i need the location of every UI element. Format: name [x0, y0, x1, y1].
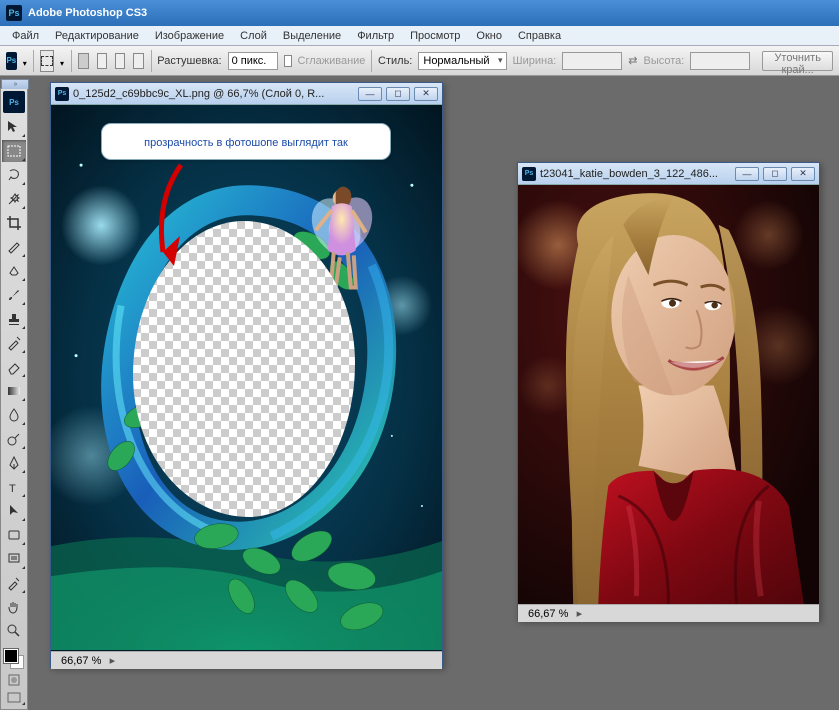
menu-image[interactable]: Изображение [147, 28, 232, 44]
workspace-dd-icon[interactable] [23, 57, 28, 65]
doc1-canvas[interactable]: прозрачность в фотошопе выглядит так [51, 105, 442, 651]
blur-tool[interactable] [2, 404, 26, 426]
select-subtract-icon[interactable] [115, 53, 125, 69]
doc1-max-button[interactable]: ◻ [386, 87, 410, 101]
app-title: Adobe Photoshop CS3 [28, 7, 147, 19]
quickmask-toggle[interactable] [2, 672, 26, 688]
history-brush-tool[interactable] [2, 332, 26, 354]
tool-preset-button[interactable] [40, 50, 54, 72]
toolbox-logo-icon[interactable]: Ps [3, 91, 25, 113]
document-window-1: Ps 0_125d2_c69bbc9c_XL.png @ 66,7% (Слой… [50, 82, 443, 668]
height-input[interactable] [690, 52, 750, 70]
doc2-max-button[interactable]: ◻ [763, 167, 787, 181]
color-swatches[interactable] [2, 647, 26, 671]
annotation-callout: прозрачность в фотошопе выглядит так [101, 123, 391, 160]
menu-edit[interactable]: Редактирование [47, 28, 147, 44]
menu-filter[interactable]: Фильтр [349, 28, 402, 44]
style-label: Стиль: [378, 55, 412, 67]
doc1-statusbar: 66,67 % ▸ [51, 651, 442, 669]
toolbox-tab[interactable] [1, 79, 29, 89]
screenmode-toggle[interactable] [2, 690, 26, 706]
notes-tool[interactable] [2, 548, 26, 570]
app-titlebar: Ps Adobe Photoshop CS3 [0, 0, 839, 26]
menu-help[interactable]: Справка [510, 28, 569, 44]
doc2-titlebar[interactable]: Ps t23041_katie_bowden_3_122_486... — ◻ … [518, 163, 819, 185]
tool-preset-dd-icon[interactable] [60, 57, 65, 65]
move-tool[interactable] [2, 116, 26, 138]
style-select[interactable]: Нормальный [418, 52, 506, 70]
brush-tool[interactable] [2, 284, 26, 306]
doc2-min-button[interactable]: — [735, 167, 759, 181]
app-logo-icon: Ps [6, 5, 22, 21]
doc1-title: 0_125d2_c69bbc9c_XL.png @ 66,7% (Слой 0,… [73, 88, 358, 100]
pen-tool[interactable] [2, 452, 26, 474]
slice-tool[interactable] [2, 236, 26, 258]
doc2-info-arrow-icon[interactable]: ▸ [574, 607, 584, 620]
select-add-icon[interactable] [97, 53, 107, 69]
heal-tool[interactable] [2, 260, 26, 282]
stamp-tool[interactable] [2, 308, 26, 330]
document-window-2: Ps t23041_katie_bowden_3_122_486... — ◻ … [517, 162, 820, 621]
doc2-close-button[interactable]: ✕ [791, 167, 815, 181]
lasso-tool[interactable] [2, 164, 26, 186]
doc2-title: t23041_katie_bowden_3_122_486... [540, 168, 735, 180]
svg-text:T: T [9, 483, 16, 495]
transparency-area [133, 221, 355, 517]
eraser-tool[interactable] [2, 356, 26, 378]
feather-label: Растушевка: [157, 55, 221, 67]
marquee-tool[interactable] [2, 140, 26, 162]
select-intersect-icon[interactable] [133, 53, 143, 69]
shape-tool[interactable] [2, 524, 26, 546]
doc1-close-button[interactable]: ✕ [414, 87, 438, 101]
workspace: Ps T Ps 0_125d2_c69bbc9c_XL.pn [0, 76, 839, 671]
menu-bar: Файл Редактирование Изображение Слой Выд… [0, 26, 839, 46]
refine-edge-button[interactable]: Уточнить край... [762, 51, 833, 71]
menu-view[interactable]: Просмотр [402, 28, 468, 44]
menu-window[interactable]: Окно [468, 28, 510, 44]
toolbox: Ps T [0, 88, 28, 710]
ps-small-icon[interactable]: Ps [6, 52, 17, 70]
zoom-tool[interactable] [2, 620, 26, 642]
menu-layer[interactable]: Слой [232, 28, 275, 44]
options-bar: Ps Растушевка: Сглаживание Стиль: Нормал… [0, 46, 839, 76]
width-input[interactable] [562, 52, 622, 70]
select-new-icon[interactable] [78, 53, 88, 69]
doc2-canvas[interactable] [518, 185, 819, 604]
wand-tool[interactable] [2, 188, 26, 210]
width-label: Ширина: [513, 55, 557, 67]
doc1-zoom[interactable]: 66,67 % [55, 655, 107, 667]
swap-wh-icon[interactable] [628, 54, 637, 68]
antialias-label: Сглаживание [298, 55, 366, 67]
doc1-min-button[interactable]: — [358, 87, 382, 101]
crop-tool[interactable] [2, 212, 26, 234]
gradient-tool[interactable] [2, 380, 26, 402]
feather-input[interactable] [228, 52, 278, 70]
path-select-tool[interactable] [2, 500, 26, 522]
psd-file-icon: Ps [522, 167, 536, 181]
doc2-statusbar: 66,67 % ▸ [518, 604, 819, 622]
dodge-tool[interactable] [2, 428, 26, 450]
menu-select[interactable]: Выделение [275, 28, 349, 44]
psd-file-icon: Ps [55, 87, 69, 101]
foreground-color[interactable] [4, 649, 18, 663]
eyedrop-tool[interactable] [2, 572, 26, 594]
antialias-checkbox[interactable] [284, 55, 292, 67]
doc2-zoom[interactable]: 66,67 % [522, 608, 574, 620]
height-label: Высота: [643, 55, 684, 67]
doc1-info-arrow-icon[interactable]: ▸ [107, 654, 117, 667]
doc1-titlebar[interactable]: Ps 0_125d2_c69bbc9c_XL.png @ 66,7% (Слой… [51, 83, 442, 105]
type-tool[interactable]: T [2, 476, 26, 498]
menu-file[interactable]: Файл [4, 28, 47, 44]
hand-tool[interactable] [2, 596, 26, 618]
